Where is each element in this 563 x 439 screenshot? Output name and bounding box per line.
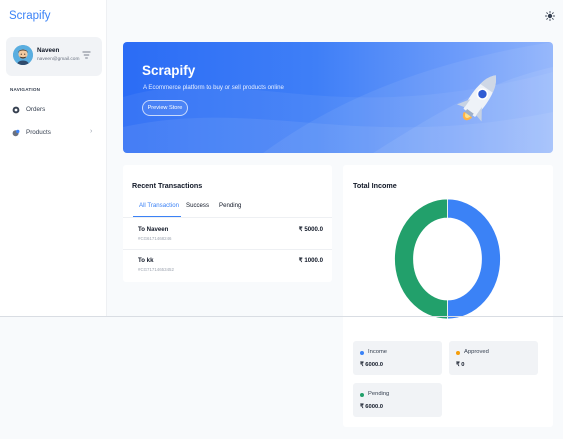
total-income-card: Total Income Income ₹ 6000.0 Approved ₹ … [343,165,553,427]
sidebar-item-label: Products [26,129,51,136]
sidebar-item-products[interactable]: Products › [0,126,107,140]
hero-banner: Scrapify A Ecommerce platform to buy or … [123,42,553,153]
hero-title: Scrapify [142,63,196,78]
stat-label: Approved [464,349,489,355]
card-title: Total Income [353,181,397,190]
filter-icon[interactable] [82,51,91,59]
transaction-recipient: To Naveen [138,226,169,233]
tab-pending[interactable]: Pending [219,202,241,209]
legend-dot-pending [360,393,364,397]
stat-income: Income ₹ 6000.0 [353,341,442,375]
products-icon [12,129,20,137]
sun-icon[interactable] [545,11,555,21]
transaction-id: #CG6171468246 [138,236,172,241]
rocket-icon [456,75,497,122]
divider [123,217,332,218]
sidebar-item-label: Orders [26,106,46,113]
stat-value: ₹ 6000.0 [360,404,384,410]
donut-slice-income [447,198,501,320]
income-donut-chart [394,198,501,320]
page-divider-line [0,316,563,317]
transaction-amount: ₹ 5000.0 [298,226,323,233]
avatar-illustration [13,45,33,65]
transaction-id: #CG71714653452 [138,267,174,272]
tab-all-transaction[interactable]: All Transaction [139,202,179,209]
nav-heading: NAVIGATION [10,87,41,92]
brand-logo-text[interactable]: Scrapify [9,10,51,22]
stat-approved: Approved ₹ 0 [449,341,538,375]
transaction-row[interactable]: To kk #CG71714653452 ₹ 1000.0 [123,253,332,283]
user-card[interactable]: Naveen naveen@gmail.com [6,37,102,76]
user-email: naveen@gmail.com [37,57,80,62]
transaction-row[interactable]: To Naveen #CG6171468246 ₹ 5000.0 [123,222,332,252]
donut-slice-pending [394,198,448,320]
avatar [13,45,33,65]
tab-success[interactable]: Success [186,202,209,209]
hero-subtitle: A Ecommerce platform to buy or sell prod… [143,84,284,91]
transaction-amount: ₹ 1000.0 [298,257,323,264]
recent-transactions-card: Recent Transactions All Transaction Succ… [123,165,332,282]
user-name: Naveen [37,47,60,54]
stat-value: ₹ 6000.0 [360,362,384,368]
sidebar: Scrapify Naveen naveen@gmail.com NAVIGAT… [0,0,107,316]
stat-value: ₹ 0 [456,362,465,368]
legend-dot-approved [456,351,460,355]
card-title: Recent Transactions [132,181,203,190]
stat-pending: Pending ₹ 6000.0 [353,383,442,417]
divider [123,249,332,250]
legend-dot-income [360,351,364,355]
transaction-recipient: To kk [138,257,154,264]
stat-label: Pending [368,391,390,397]
orders-icon [12,106,20,114]
stat-label: Income [368,349,388,355]
preview-store-button[interactable]: Preview Store [142,100,188,116]
chevron-right-icon: › [90,128,93,135]
sidebar-item-orders[interactable]: Orders [0,103,107,117]
